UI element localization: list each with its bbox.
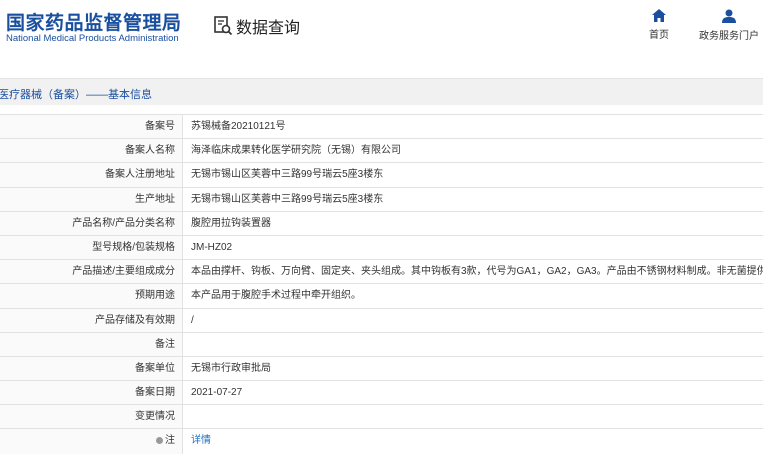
site-logo-subtitle[interactable]: National Medical Products Administration [6,33,179,44]
table-row: 备案号 苏锡械备20210121号 [0,115,763,140]
field-value: 本产品用于腹腔手术过程中牵开组织。 [191,290,361,302]
field-value: 海泽临床成果转化医学研究院（无锡）有限公司 [191,145,401,157]
field-label: 备案单位 [0,356,183,381]
nav-service-portal-label: 政务服务门户 [699,31,759,42]
field-value: JM-HZ02 [191,241,233,253]
site-logo-title[interactable]: 国家药品监督管理局 [6,8,182,35]
nav-service-portal[interactable]: 政务服务门户 [692,9,763,42]
user-icon [722,9,736,23]
field-label: 备案号 [0,115,183,139]
field-value [183,405,763,428]
field-value: 无锡市锡山区芙蓉中三路99号瑞云5座3楼东 [191,169,384,181]
field-label: 预期用途 [0,284,183,308]
field-value: / [191,314,194,326]
table-row: 生产地址 无锡市锡山区芙蓉中三路99号瑞云5座3楼东 [0,187,763,212]
field-value [183,333,763,356]
field-label: 生产地址 [0,187,183,211]
field-value: 无锡市行政审批局 [191,362,271,374]
field-label: 备案人名称 [0,139,183,163]
data-query-label: 数据查询 [236,20,301,37]
table-row: 变更情况 [0,405,763,430]
table-row: 产品名称/产品分类名称 腹腔用拉钩装置器 [0,211,763,236]
data-query-link[interactable]: 数据查询 [213,14,300,38]
info-table: 备案号 苏锡械备20210121号 备案人名称 海泽临床成果转化医学研究院（无锡… [0,114,763,454]
field-label: 产品存储及有效期 [0,308,183,332]
table-row: 备案日期 2021-07-27 [0,381,763,406]
details-link[interactable]: 详情 [183,429,763,453]
field-label: 产品名称/产品分类名称 [0,211,183,235]
data-search-icon [214,16,233,36]
table-row: 备案人注册地址 无锡市锡山区芙蓉中三路99号瑞云5座3楼东 [0,163,763,188]
field-value: 2021-07-27 [191,387,243,399]
field-label: 变更情况 [0,405,183,429]
field-label: 备案日期 [0,381,183,405]
field-value: 苏锡械备20210121号 [191,121,286,132]
field-label: 备注 [0,332,183,356]
bulb-icon [156,437,163,445]
table-row: 注 详情 [0,429,763,454]
table-row: 产品存储及有效期 / [0,308,763,333]
field-label: 型号规格/包装规格 [0,235,183,260]
field-value: 腹腔用拉钩装置器 [191,217,271,229]
home-icon [652,9,666,22]
table-row: 备案单位 无锡市行政审批局 [0,356,763,382]
field-value: 无锡市锡山区芙蓉中三路99号瑞云5座3楼东 [191,193,384,205]
site-header: 国家药品监督管理局 National Medical Products Admi… [0,0,763,62]
table-row: 产品描述/主要组成成分 本品由撑杆、钩板、万向臂、固定夹、夹头组成。其中钩板有3… [0,260,763,285]
table-row: 备注 [0,332,763,357]
table-row: 型号规格/包装规格 JM-HZ02 [0,235,763,261]
section-title-bar: 医疗器械（备案）——基本信息 [0,78,763,105]
breadcrumb: 医疗器械（备案）——基本信息 [0,89,152,101]
field-label: 产品描述/主要组成成分 [0,260,183,284]
nav-home-label: 首页 [649,30,669,41]
nav-home[interactable]: 首页 [622,9,696,41]
field-label: 备案人注册地址 [0,163,183,187]
table-row: 备案人名称 海泽临床成果转化医学研究院（无锡）有限公司 [0,139,763,164]
field-label: 注 [165,435,175,447]
note-label-cell: 注 [0,429,183,454]
field-value: 本品由撑杆、钩板、万向臂、固定夹、夹头组成。其中钩板有3款，代号为GA1，GA2… [191,266,763,278]
table-row: 预期用途 本产品用于腹腔手术过程中牵开组织。 [0,284,763,309]
